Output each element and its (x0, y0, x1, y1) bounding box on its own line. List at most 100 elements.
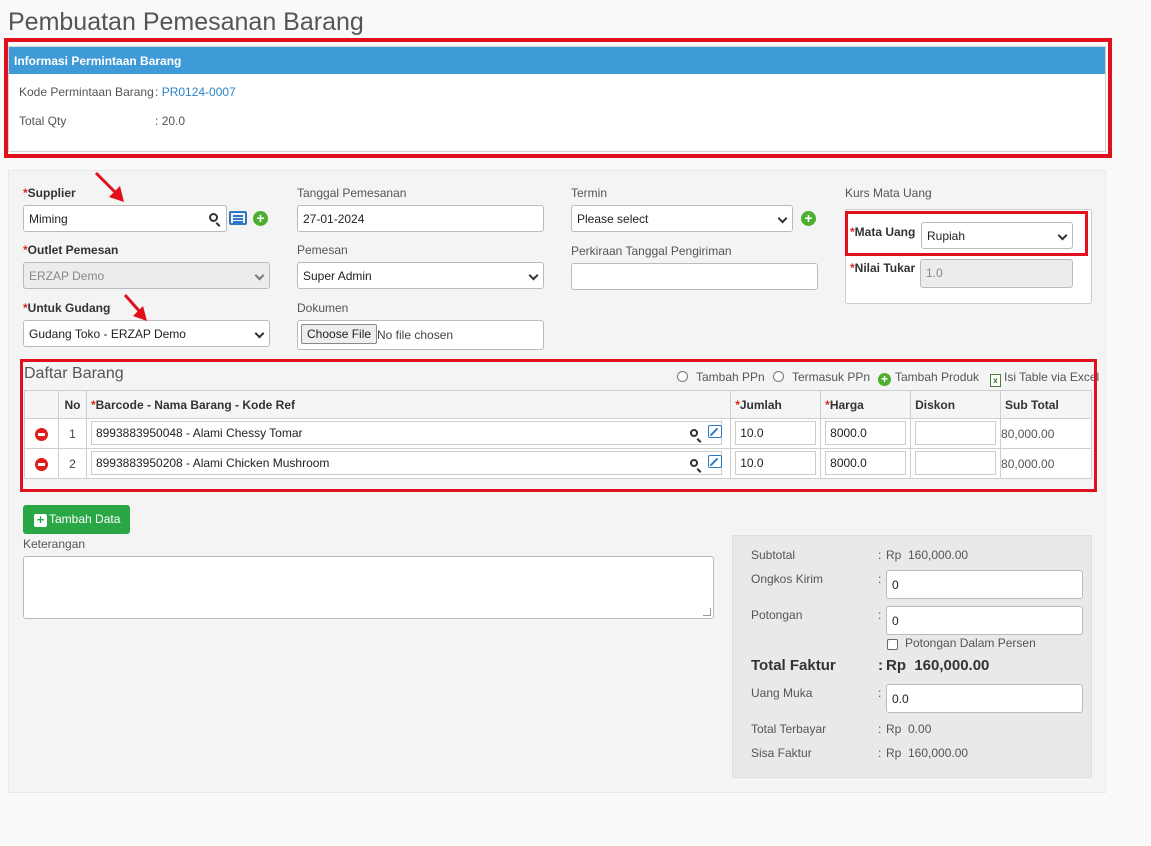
request-info-header: Informasi Permintaan Barang (9, 47, 1105, 74)
edit-icon[interactable] (708, 455, 723, 468)
chevron-down-icon (254, 328, 265, 339)
file-status: No file chosen (377, 328, 454, 342)
harga-input[interactable]: 8000.0 (825, 421, 907, 445)
chevron-down-icon (777, 213, 788, 224)
remove-row-icon[interactable] (34, 457, 48, 471)
potongan-persen-label: Potongan Dalam Persen (905, 636, 1036, 650)
perkiraan-label: Perkiraan Tanggal Pengiriman (571, 244, 732, 258)
termasuk-ppn-radio[interactable]: Termasuk PPn (773, 370, 870, 384)
keterangan-textarea[interactable] (23, 556, 714, 619)
sisa-faktur-value: Rp 160,000.00 (886, 746, 969, 760)
resize-handle[interactable] (703, 608, 711, 616)
potongan-persen-checkbox[interactable] (887, 639, 898, 650)
chevron-down-icon (1057, 230, 1068, 241)
table-row: 1 8993883950048 - Alami Chessy Tomar 10.… (24, 418, 1092, 449)
tambah-data-button[interactable]: + Tambah Data (23, 505, 130, 534)
excel-file-icon: x (990, 374, 1001, 387)
row-no: 1 (57, 418, 87, 449)
row-harga-cell: 8000.0 (820, 418, 912, 449)
total-qty-value: 20.0 (161, 114, 186, 128)
supplier-list-icon[interactable] (229, 211, 247, 225)
plus-square-icon: + (34, 513, 47, 527)
radio-icon (773, 371, 784, 382)
pemesan-label: Pemesan (297, 243, 348, 257)
table-row: 2 8993883950208 - Alami Chicken Mushroom… (24, 448, 1092, 479)
tanggal-label: Tanggal Pemesanan (297, 186, 407, 200)
radio-icon (677, 371, 688, 382)
plus-circle-icon: + (878, 373, 891, 386)
gudang-label: *Untuk Gudang (23, 301, 111, 315)
potongan-input[interactable]: 0 (886, 606, 1083, 635)
col-jumlah: *Jumlah (730, 390, 822, 419)
outlet-label: *Outlet Pemesan (23, 243, 119, 257)
uang-muka-label: Uang Muka (751, 686, 813, 700)
nilai-tukar-label: *Nilai Tukar (850, 261, 916, 275)
kode-permintaan-row: Kode Permintaan Barang: PR0124-0007 (19, 85, 236, 99)
pemesan-select[interactable]: Super Admin (297, 262, 544, 289)
edit-icon[interactable] (708, 425, 723, 438)
jumlah-input[interactable]: 10.0 (735, 451, 817, 475)
row-jumlah-cell: 10.0 (730, 418, 822, 449)
diskon-input[interactable] (915, 451, 997, 475)
row-product-cell: 8993883950048 - Alami Chessy Tomar (85, 418, 732, 449)
chevron-down-icon (528, 270, 539, 281)
choose-file-button[interactable]: Choose File (301, 324, 378, 344)
row-action-cell (24, 418, 59, 449)
potongan-label: Potongan (751, 608, 803, 622)
ongkos-kirim-label: Ongkos Kirim (751, 572, 824, 586)
diskon-input[interactable] (915, 421, 997, 445)
nilai-tukar-input: 1.0 (920, 259, 1073, 288)
daftar-barang-title: Daftar Barang (24, 365, 124, 382)
total-qty-label: Total Qty (19, 114, 67, 128)
col-subtotal: Sub Total (1000, 390, 1092, 419)
tambah-produk-link[interactable]: + Tambah Produk (878, 370, 979, 386)
row-diskon-cell (910, 418, 1002, 449)
uang-muka-input[interactable]: 0.0 (886, 684, 1083, 713)
harga-input[interactable]: 8000.0 (825, 451, 907, 475)
potongan-colon: : (878, 608, 882, 622)
gudang-select[interactable]: Gudang Toko - ERZAP Demo (23, 320, 270, 347)
row-jumlah-cell: 10.0 (730, 448, 822, 479)
ongkos-kirim-input[interactable]: 0 (886, 570, 1083, 599)
row-subtotal: 80,000.00 (1000, 418, 1092, 449)
total-terbayar-colon: : (878, 722, 882, 736)
total-faktur-value: Rp 160,000.00 (886, 657, 990, 674)
search-icon[interactable] (209, 213, 218, 222)
request-info-panel: Informasi Permintaan Barang Kode Permint… (8, 46, 1106, 152)
total-faktur-label: Total Faktur (751, 657, 836, 674)
total-terbayar-label: Total Terbayar (751, 722, 827, 736)
termin-select[interactable]: Please select (571, 205, 793, 232)
tanggal-input[interactable]: 27-01-2024 (297, 205, 544, 232)
supplier-input[interactable]: Miming (23, 205, 227, 232)
termin-label: Termin (571, 186, 608, 200)
tambah-ppn-radio[interactable]: Tambah PPn (677, 370, 765, 384)
keterangan-label: Keterangan (23, 537, 86, 551)
add-supplier-icon[interactable]: + (253, 211, 268, 226)
total-terbayar-value: Rp 0.00 (886, 722, 932, 736)
perkiraan-input[interactable] (571, 263, 818, 290)
kode-permintaan-link[interactable]: PR0124-0007 (162, 85, 236, 99)
row-no: 2 (57, 448, 87, 479)
mata-uang-label: *Mata Uang (850, 225, 916, 239)
product-input[interactable]: 8993883950208 - Alami Chicken Mushroom (90, 451, 723, 475)
sisa-faktur-colon: : (878, 746, 882, 760)
supplier-label: *Supplier (23, 186, 76, 200)
col-action (24, 390, 59, 419)
product-input[interactable]: 8993883950048 - Alami Chessy Tomar (90, 421, 723, 445)
subtotal-label: Subtotal (751, 548, 796, 562)
mata-uang-select[interactable]: Rupiah (921, 222, 1073, 249)
items-table: No *Barcode - Nama Barang - Kode Ref *Ju… (24, 390, 1092, 479)
table-header-row: No *Barcode - Nama Barang - Kode Ref *Ju… (24, 390, 1092, 419)
chevron-down-icon (254, 270, 265, 281)
row-product-cell: 8993883950208 - Alami Chicken Mushroom (85, 448, 732, 479)
jumlah-input[interactable]: 10.0 (735, 421, 817, 445)
kurs-label: Kurs Mata Uang (845, 186, 932, 200)
total-qty-colon: : (155, 114, 159, 128)
remove-row-icon[interactable] (34, 427, 48, 441)
dokumen-file-input[interactable]: Choose File No file chosen (297, 320, 544, 350)
add-termin-icon[interactable]: + (801, 211, 816, 226)
dokumen-label: Dokumen (297, 301, 349, 315)
isi-excel-link[interactable]: x Isi Table via Excel (990, 370, 1099, 387)
col-no: No (57, 390, 87, 419)
total-qty-row: Total Qty: 20.0 (19, 114, 185, 128)
